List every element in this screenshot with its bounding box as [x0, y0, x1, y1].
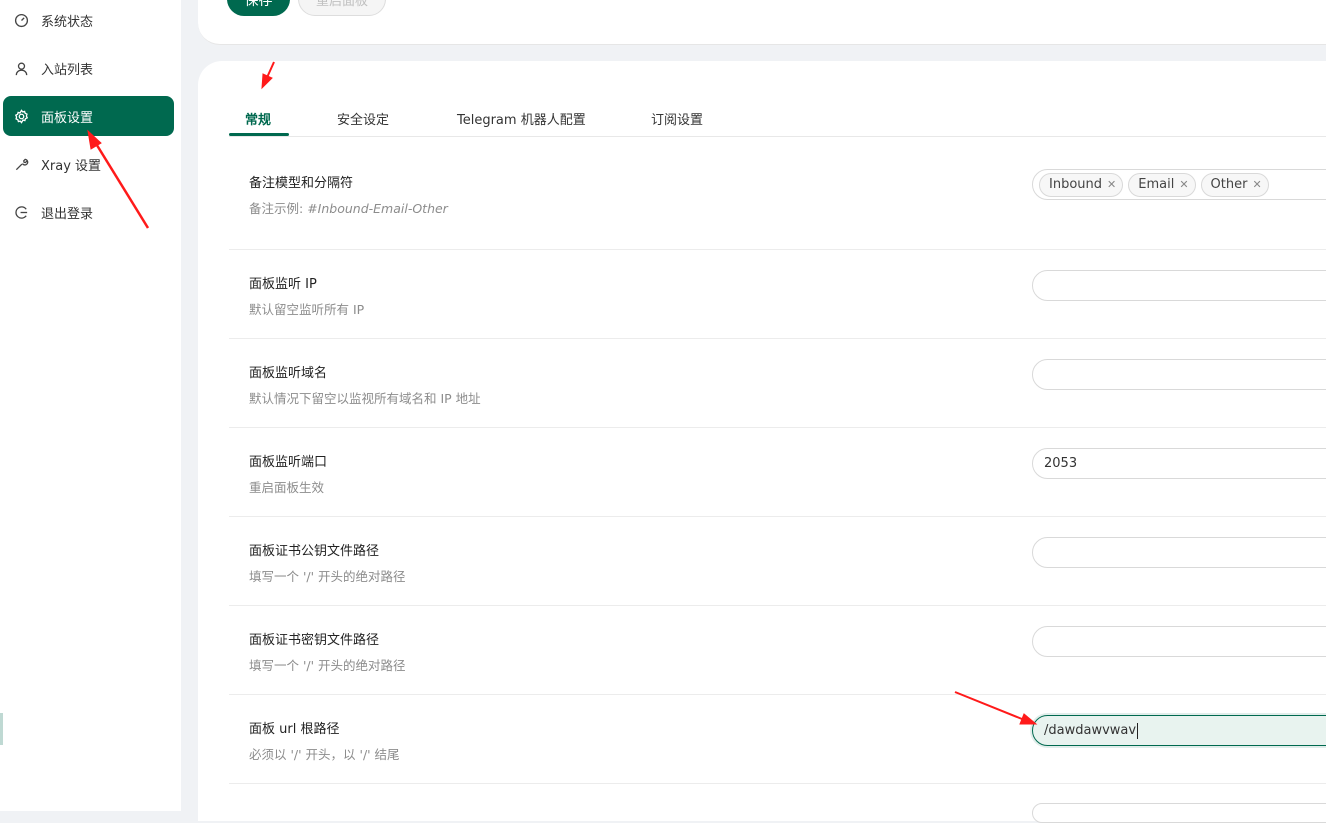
tab-subscription[interactable]: 订阅设置	[651, 100, 703, 136]
listen-port-input[interactable]: 2053	[1032, 448, 1326, 479]
sidebar-item-label: 系统状态	[41, 14, 94, 30]
wrench-icon	[13, 156, 29, 172]
setting-row-listen-port: 面板监听端口 重启面板生效 2053	[229, 427, 1326, 517]
sidebar-item-panel-settings[interactable]: 面板设置	[3, 96, 174, 136]
setting-description: 必须以 '/' 开头，以 '/' 结尾	[249, 747, 400, 762]
tag-inbound: Inbound ✕	[1039, 172, 1124, 197]
settings-tabs: 常规 安全设定 Telegram 机器人配置 订阅设置	[229, 100, 1326, 137]
setting-title: 面板 url 根路径	[249, 722, 340, 737]
setting-row-base-path: 面板 url 根路径 必须以 '/' 开头，以 '/' 结尾 /dawdawvw…	[229, 694, 1326, 784]
setting-title: 面板监听 IP	[249, 277, 317, 292]
setting-title: 面板证书公钥文件路径	[249, 544, 380, 559]
sidebar-item-xray-settings[interactable]: Xray 设置	[3, 144, 174, 184]
setting-description: 填写一个 '/' 开头的绝对路径	[249, 569, 406, 584]
sidebar-item-logout[interactable]: 退出登录	[3, 192, 174, 232]
tag-other: Other ✕	[1200, 172, 1269, 197]
close-icon[interactable]: ✕	[1107, 178, 1116, 191]
sidebar: 系统状态 入站列表 面板设置 Xray 设置 退出登录	[0, 0, 181, 811]
sidebar-item-label: Xray 设置	[41, 158, 102, 174]
setting-row-listen-domain: 面板监听域名 默认情况下留空以监视所有域名和 IP 地址	[229, 338, 1326, 428]
logout-icon	[13, 204, 29, 220]
sidebar-item-label: 入站列表	[41, 62, 94, 78]
setting-title: 面板监听域名	[249, 366, 328, 381]
restart-panel-button[interactable]: 重启面板	[298, 0, 386, 16]
sidebar-item-label: 面板设置	[41, 110, 94, 126]
sidebar-item-inbounds[interactable]: 入站列表	[3, 48, 174, 88]
text-caret	[1137, 722, 1139, 739]
tab-general[interactable]: 常规	[245, 100, 271, 136]
tab-telegram-bot[interactable]: Telegram 机器人配置	[457, 100, 586, 136]
sidebar-item-label: 退出登录	[41, 206, 94, 222]
setting-description: 填写一个 '/' 开头的绝对路径	[249, 658, 406, 673]
setting-description: 重启面板生效	[249, 480, 325, 495]
gear-icon	[13, 108, 29, 124]
setting-row-cert-key: 面板证书密钥文件路径 填写一个 '/' 开头的绝对路径	[229, 605, 1326, 695]
close-icon[interactable]: ✕	[1252, 178, 1261, 191]
setting-row-remark: 备注模型和分隔符 备注示例: #Inbound-Email-Other Inbo…	[229, 137, 1326, 250]
user-icon	[13, 60, 29, 76]
save-button[interactable]: 保存	[227, 0, 290, 16]
tag-email: Email ✕	[1128, 172, 1196, 197]
sidebar-scroll-marker	[0, 713, 3, 745]
setting-row-cert-public: 面板证书公钥文件路径 填写一个 '/' 开头的绝对路径	[229, 516, 1326, 606]
tab-security[interactable]: 安全设定	[337, 100, 389, 136]
active-tab-indicator	[229, 133, 289, 136]
setting-row-listen-ip: 面板监听 IP 默认留空监听所有 IP	[229, 249, 1326, 339]
cert-public-path-input[interactable]	[1032, 537, 1326, 568]
base-path-input[interactable]: /dawdawvwav	[1032, 715, 1326, 746]
remark-example: #Inbound-Email-Other	[307, 201, 448, 216]
setting-description: 默认留空监听所有 IP	[249, 302, 365, 317]
setting-description: 备注示例: #Inbound-Email-Other	[249, 201, 448, 216]
listen-ip-input[interactable]	[1032, 270, 1326, 301]
next-setting-input[interactable]	[1032, 803, 1326, 823]
remark-tags-select[interactable]: Inbound ✕ Email ✕ Other ✕	[1032, 169, 1326, 200]
setting-title: 面板监听端口	[249, 455, 328, 470]
close-icon[interactable]: ✕	[1179, 178, 1188, 191]
setting-title: 面板证书密钥文件路径	[249, 633, 380, 648]
sidebar-item-status[interactable]: 系统状态	[3, 0, 174, 40]
dashboard-icon	[13, 12, 29, 28]
setting-description: 默认情况下留空以监视所有域名和 IP 地址	[249, 391, 481, 406]
cert-key-path-input[interactable]	[1032, 626, 1326, 657]
listen-domain-input[interactable]	[1032, 359, 1326, 390]
setting-title: 备注模型和分隔符	[249, 176, 354, 191]
